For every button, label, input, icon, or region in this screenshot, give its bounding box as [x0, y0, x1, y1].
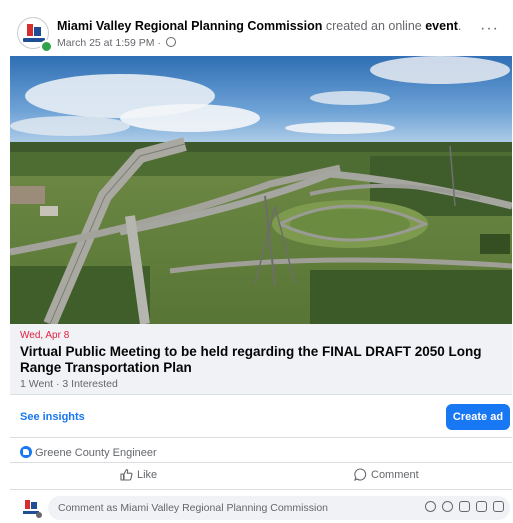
switch-profile-caret-icon[interactable]: [36, 512, 42, 518]
emoji-icon[interactable]: [442, 501, 453, 512]
event-attendance-stats: 1 Went · 3 Interested: [20, 378, 118, 390]
comment-button[interactable]: Comment: [354, 468, 419, 484]
post-card: Miami Valley Regional Planning Commissio…: [0, 0, 513, 523]
composer-tools: [425, 501, 504, 512]
thumbs-up-icon: [120, 468, 133, 484]
comment-composer: [10, 494, 512, 523]
event-info-panel[interactable]: Wed, Apr 8 Virtual Public Meeting to be …: [10, 324, 512, 394]
avatar-sticker-icon[interactable]: [425, 501, 436, 512]
create-ad-button[interactable]: Create ad: [446, 404, 510, 430]
post-actions-bar: Like Comment: [10, 462, 512, 490]
post-meta: March 25 at 1:59 PM ·: [57, 37, 176, 49]
comment-bubble-icon: [354, 468, 367, 484]
online-status-indicator: [40, 40, 53, 53]
post-action-text: created an online: [325, 19, 422, 33]
event-cover-image[interactable]: [10, 56, 512, 324]
highway-interchange-aerial-photo: [10, 56, 512, 324]
reactions-summary[interactable]: Greene County Engineer: [20, 446, 157, 459]
comment-label: Comment: [371, 469, 419, 481]
see-insights-link[interactable]: See insights: [20, 411, 85, 423]
event-date: Wed, Apr 8: [20, 330, 70, 341]
logo-red-block: [25, 500, 30, 509]
logo-blue-block: [34, 27, 41, 36]
camera-icon[interactable]: [459, 501, 470, 512]
insights-bar: See insights Create ad: [10, 394, 512, 438]
logo-red-block: [27, 24, 33, 36]
post-title-line: Miami Valley Regional Planning Commissio…: [57, 19, 461, 33]
page-name-link[interactable]: Miami Valley Regional Planning Commissio…: [57, 19, 322, 33]
event-title[interactable]: Virtual Public Meeting to be held regard…: [20, 344, 500, 376]
post-timestamp[interactable]: March 25 at 1:59 PM ·: [57, 37, 161, 49]
post-action-end: .: [457, 19, 462, 33]
like-button[interactable]: Like: [120, 468, 157, 484]
post-action-object[interactable]: event: [425, 19, 458, 33]
more-options-icon[interactable]: ···: [480, 21, 499, 37]
like-label: Like: [137, 469, 158, 481]
gif-icon[interactable]: [476, 501, 487, 512]
post-header: Miami Valley Regional Planning Commissio…: [0, 0, 513, 53]
logo-mark: [27, 24, 41, 36]
like-reaction-icon: [20, 446, 32, 458]
reactions-liked-by: Greene County Engineer: [35, 447, 157, 459]
logo-blue-block: [31, 502, 37, 509]
public-globe-icon: [165, 37, 176, 47]
sticker-icon[interactable]: [493, 501, 504, 512]
